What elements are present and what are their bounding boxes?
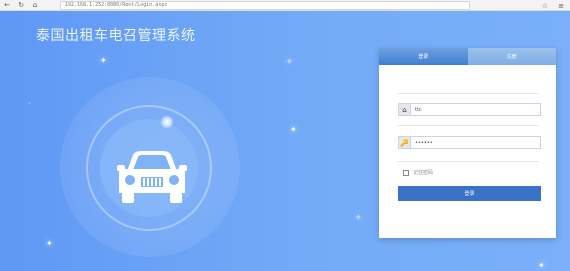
divider (397, 125, 539, 126)
favorite-star-icon[interactable]: ☆ (542, 2, 548, 10)
home-icon: ⌂ (399, 104, 411, 115)
divider (397, 93, 539, 94)
sparkle-icon: ✧ (355, 213, 362, 222)
tab-login[interactable]: 登录 (379, 48, 468, 65)
glow-dot (160, 115, 174, 129)
login-button[interactable]: 登录 (398, 186, 541, 201)
sparkle-icon: ✧ (286, 57, 293, 66)
key-icon: 🔑 (399, 137, 411, 148)
password-input[interactable] (411, 137, 531, 148)
username-input[interactable] (411, 104, 531, 115)
menu-icon[interactable]: ≡ (558, 2, 564, 10)
home-icon[interactable]: ⌂ (28, 0, 42, 11)
divider (397, 161, 539, 162)
sparkle-icon: ✦ (290, 125, 297, 134)
page-title: 泰国出租车电召管理系统 (36, 28, 196, 44)
back-icon[interactable]: ← (0, 0, 14, 11)
remember-checkbox[interactable] (403, 169, 409, 176)
taxi-car-icon (117, 151, 187, 203)
sparkle-icon: ✦ (46, 239, 53, 248)
address-bar[interactable]: 192.168.1.252:8080/Rent/Login.aspx (60, 1, 470, 10)
refresh-icon[interactable]: ↻ (14, 0, 28, 11)
password-field[interactable]: 🔑 (398, 136, 541, 149)
sparkle-icon: ✦ (100, 56, 107, 65)
remember-label: 记住密码 (413, 170, 434, 176)
browser-actions: ☆ ≡ (542, 0, 564, 11)
sparkle-icon: · (28, 99, 31, 108)
address-url: 192.168.1.252:8080/Rent/Login.aspx (65, 2, 168, 8)
remember-me[interactable]: 记住密码 (403, 169, 433, 176)
browser-toolbar: ← ↻ ⌂ 192.168.1.252:8080/Rent/Login.aspx… (0, 0, 570, 11)
login-tabs: 登录 注册 (379, 48, 556, 65)
login-page: 泰国出租车电召管理系统 ✦ ✦ ✧ ✦ ✧ · ✦ 登录 注册 ⌂ ttc 🔑 … (0, 11, 570, 271)
tab-register[interactable]: 注册 (467, 48, 556, 65)
login-panel: 登录 注册 ⌂ 🔑 记住密码 登录 (379, 48, 556, 238)
username-field[interactable]: ⌂ (398, 103, 541, 116)
sparkle-icon: ✦ (538, 261, 545, 270)
